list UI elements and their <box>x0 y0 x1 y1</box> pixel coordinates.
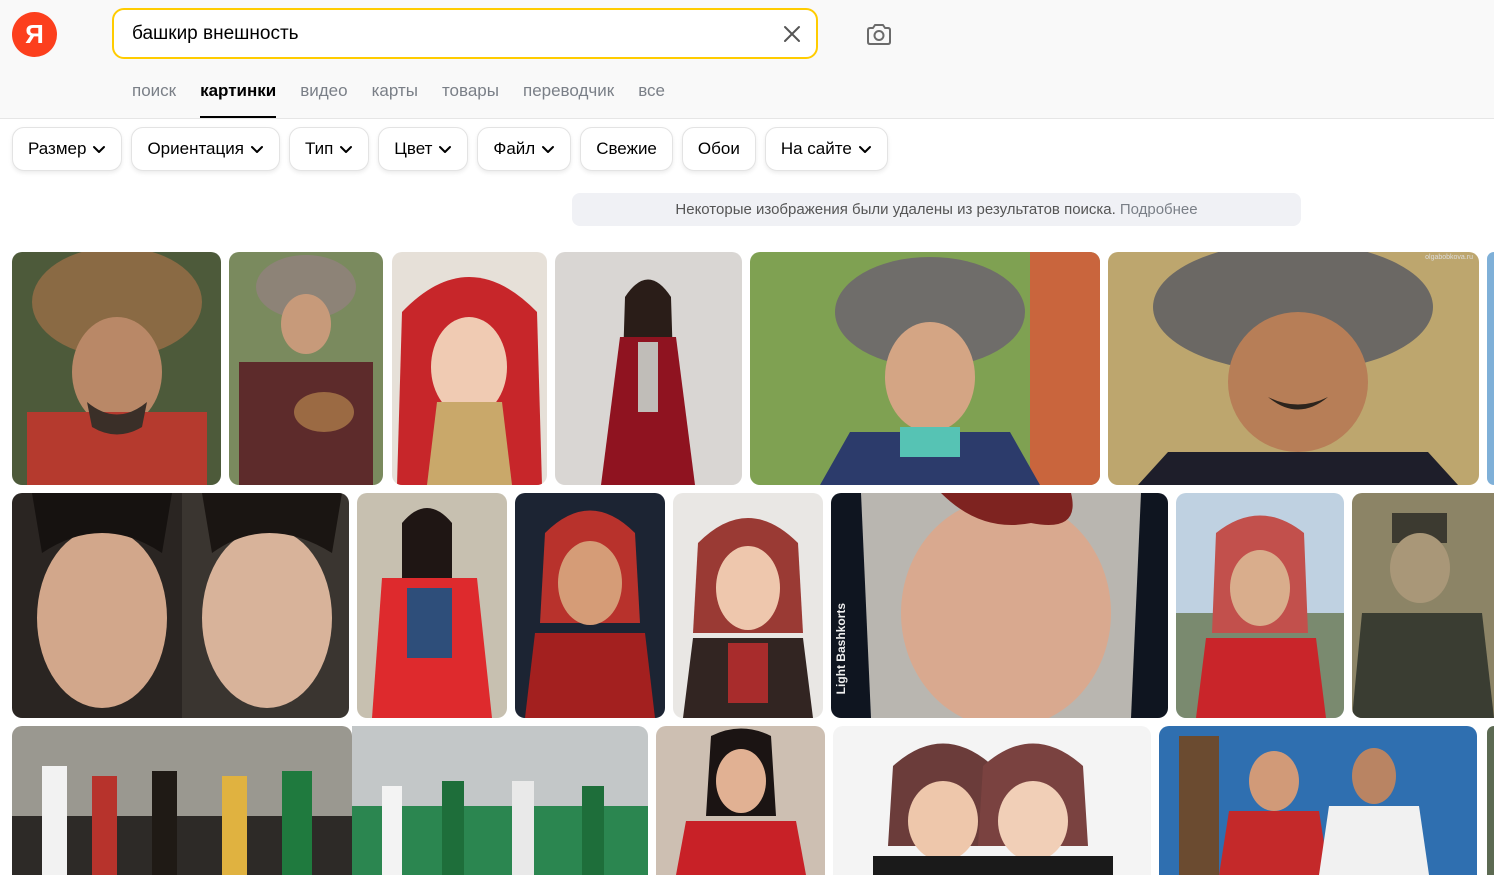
image-result-woman-headband[interactable] <box>656 726 825 875</box>
watermark-light-bashkorts: Light Bashkorts <box>834 603 848 695</box>
tab-all[interactable]: все <box>638 78 665 118</box>
search-input[interactable] <box>132 10 772 57</box>
image-result-partial[interactable] <box>1487 726 1494 875</box>
chevron-down-icon <box>858 146 871 153</box>
camera-search-button[interactable] <box>862 18 896 52</box>
filter-label: Файл <box>493 139 536 158</box>
header: Я поиск картинки видео карты товары пере… <box>0 0 1494 119</box>
image-result-two-women[interactable] <box>833 726 1151 875</box>
image-result-woman-closeup[interactable]: Light Bashkorts <box>831 493 1168 718</box>
image-result-woman-coin-headdress[interactable] <box>673 493 823 718</box>
tab-images[interactable]: картинки <box>200 78 277 118</box>
chevron-down-icon <box>542 146 555 153</box>
search-box[interactable] <box>112 8 818 59</box>
chevron-down-icon <box>93 146 106 153</box>
close-icon <box>784 26 800 42</box>
image-result-man-fur-hat-green[interactable] <box>750 252 1100 485</box>
image-result-couple-outdoors[interactable] <box>1159 726 1477 875</box>
camera-search-icon <box>867 24 891 45</box>
filter-file[interactable]: Файл <box>477 127 572 171</box>
image-result-old-man-fur-hat[interactable]: olgabobkova.ru <box>1108 252 1479 485</box>
watermark-olgabobkova: olgabobkova.ru <box>1425 254 1473 261</box>
image-result-old-photo-man[interactable] <box>1352 493 1494 718</box>
filter-label: Тип <box>304 139 334 158</box>
tab-products[interactable]: товары <box>442 78 499 118</box>
image-result-man-fur-hat[interactable] <box>12 252 221 485</box>
filter-orientation[interactable]: Ориентация <box>131 127 280 171</box>
tab-translator[interactable]: переводчик <box>523 78 614 118</box>
image-result-woman-standing[interactable] <box>555 252 742 485</box>
tab-video[interactable]: видео <box>300 78 347 118</box>
filter-label: Цвет <box>394 139 433 158</box>
filter-fresh[interactable]: Свежие <box>580 127 673 171</box>
filter-label: Ориентация <box>147 139 244 158</box>
chevron-down-icon <box>340 146 353 153</box>
image-result-group-costumes[interactable] <box>12 726 352 875</box>
image-result-woman-red-dress[interactable] <box>357 493 507 718</box>
search-tabs: поиск картинки видео карты товары перево… <box>132 78 689 118</box>
filter-label: На сайте <box>780 139 852 158</box>
tab-maps[interactable]: карты <box>372 78 418 118</box>
image-result-woman-red-headdress[interactable] <box>392 252 547 485</box>
tab-search[interactable]: поиск <box>132 78 176 118</box>
filter-wallpapers[interactable]: Обои <box>681 127 756 171</box>
image-result-group-green[interactable] <box>352 726 648 875</box>
yandex-logo[interactable]: Я <box>12 12 57 57</box>
filter-label: Размер <box>28 139 87 158</box>
image-result-two-faces[interactable] <box>12 493 349 718</box>
filter-size[interactable]: Размер <box>12 127 123 171</box>
filter-color[interactable]: Цвет <box>378 127 469 171</box>
filter-on-site[interactable]: На сайте <box>764 127 888 171</box>
clear-button[interactable] <box>778 20 806 48</box>
filter-bar: Размер Ориентация Тип Цвет Файл Свежие О… <box>12 127 888 171</box>
image-result-partial[interactable] <box>1487 252 1494 485</box>
filter-label: Обои <box>697 139 740 158</box>
chevron-down-icon <box>439 146 452 153</box>
notice-more-link[interactable]: Подробнее <box>1120 201 1198 218</box>
chevron-down-icon <box>250 146 263 153</box>
notice-text: Некоторые изображения были удалены из ре… <box>675 201 1116 218</box>
image-result-man-costume[interactable] <box>229 252 383 485</box>
filter-type[interactable]: Тип <box>288 127 370 171</box>
image-result-woman-dark-bg[interactable] <box>515 493 665 718</box>
removed-results-notice: Некоторые изображения были удалены из ре… <box>572 193 1301 226</box>
image-result-woman-outdoors[interactable] <box>1176 493 1344 718</box>
logo-letter: Я <box>25 19 44 49</box>
filter-label: Свежие <box>596 139 657 158</box>
